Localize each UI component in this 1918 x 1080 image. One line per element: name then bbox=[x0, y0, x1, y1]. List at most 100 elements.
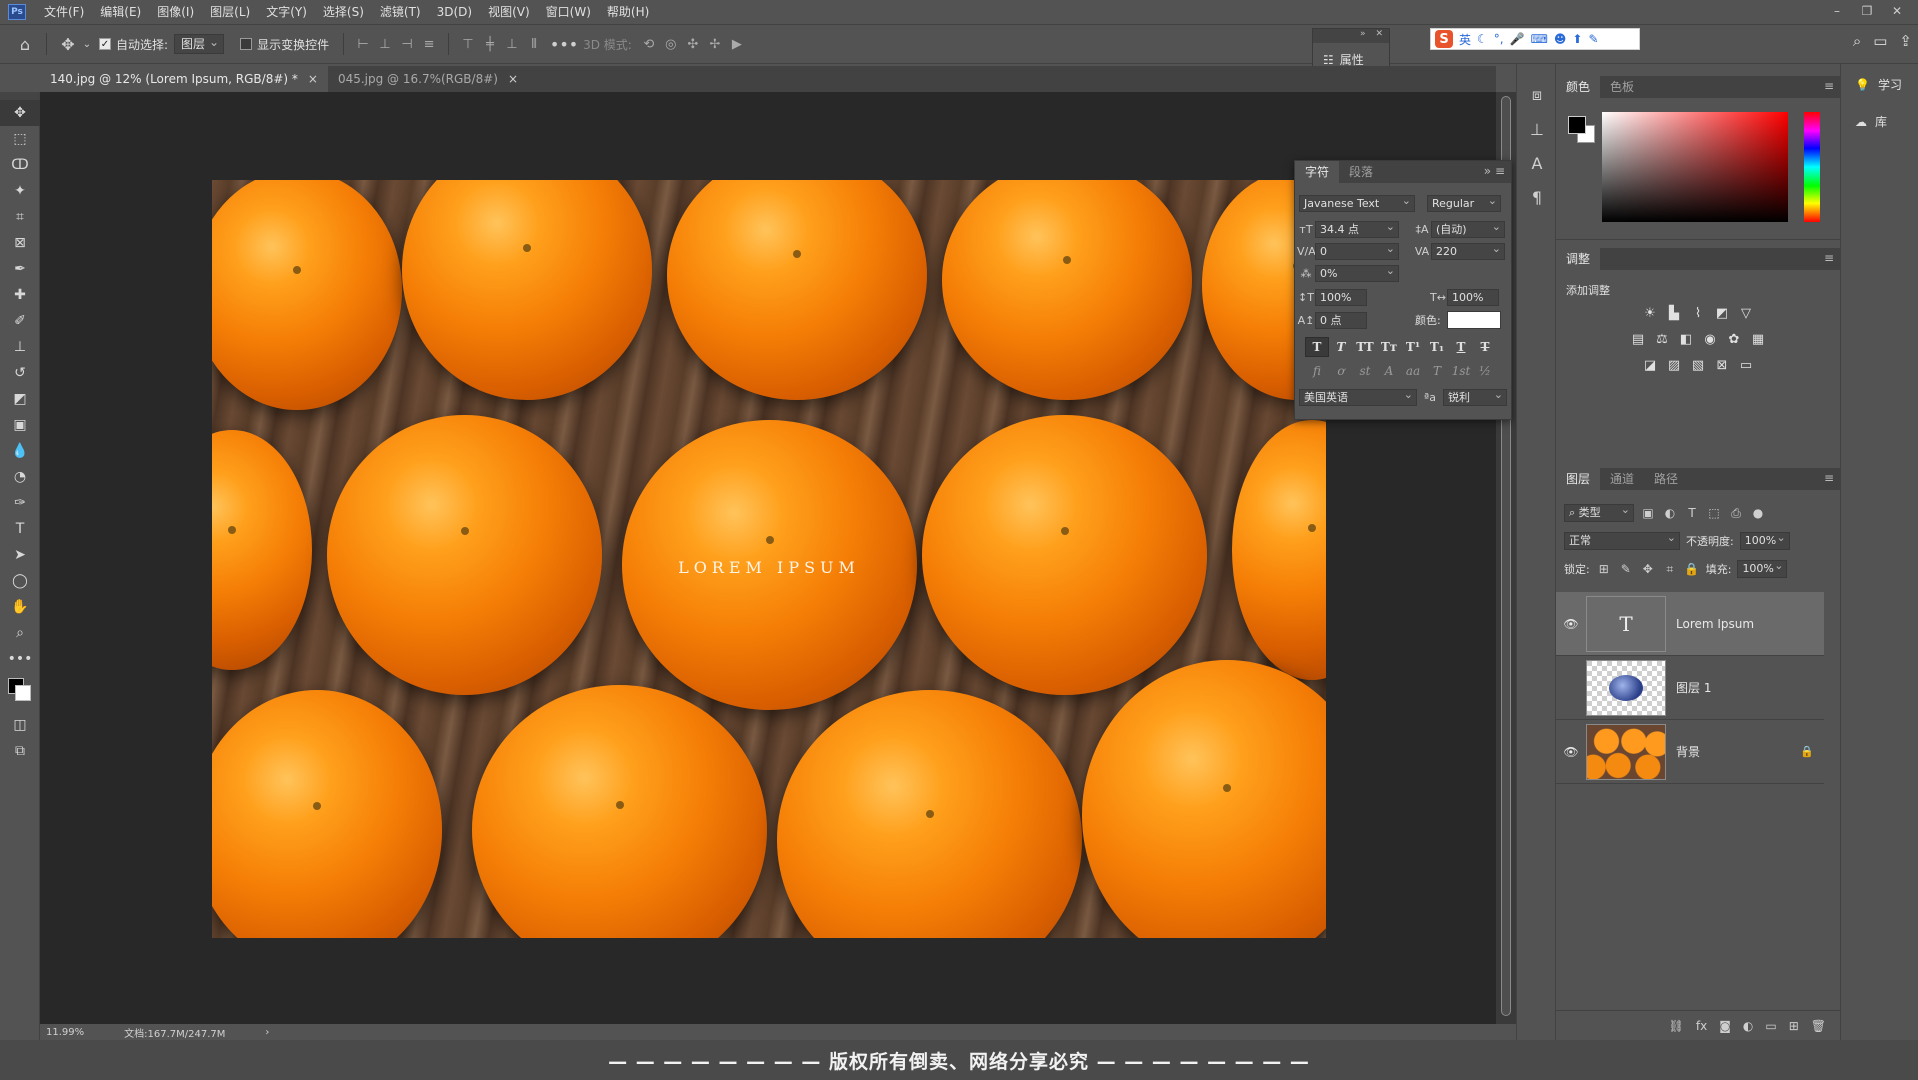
filter-type-icon[interactable]: T bbox=[1684, 506, 1700, 520]
ordinals-button[interactable]: 1st bbox=[1449, 361, 1473, 381]
magic-wand-tool-icon[interactable]: ✦ bbox=[0, 178, 40, 204]
auto-select-target-dropdown[interactable]: 图层 bbox=[174, 33, 225, 54]
clone-stamp-tool-icon[interactable]: ⊥ bbox=[0, 334, 40, 360]
text-color-swatch[interactable] bbox=[1446, 311, 1501, 329]
checkbox-unchecked-icon[interactable] bbox=[240, 38, 253, 50]
posterize-icon[interactable]: ▨ bbox=[1665, 356, 1683, 374]
3d-orbit-icon[interactable]: ⟲ bbox=[638, 33, 660, 55]
discretionary-ligatures-button[interactable]: st bbox=[1353, 361, 1377, 381]
eraser-tool-icon[interactable]: ◩ bbox=[0, 386, 40, 412]
checkbox-checked-icon[interactable]: ✓ bbox=[99, 38, 111, 50]
ligatures-button[interactable]: fi bbox=[1305, 361, 1329, 381]
color-picker-field[interactable] bbox=[1602, 112, 1788, 222]
fill-field[interactable]: 100% bbox=[1737, 558, 1788, 578]
history-icon[interactable]: ⧈ bbox=[1517, 78, 1557, 112]
clone-source-icon[interactable]: ⊥ bbox=[1517, 112, 1557, 146]
align-hcenter-icon[interactable]: ⊥ bbox=[374, 33, 396, 55]
menu-layer[interactable]: 图层(L) bbox=[202, 0, 258, 24]
layer-name[interactable]: 背景 bbox=[1676, 743, 1800, 760]
microphone-icon[interactable]: 🎤 bbox=[1510, 32, 1525, 46]
menu-file[interactable]: 文件(F) bbox=[36, 0, 92, 24]
layer-row-layer-1[interactable]: 👁 图层 1 bbox=[1556, 656, 1824, 720]
keyboard-icon[interactable]: ⌨ bbox=[1531, 32, 1548, 46]
menu-image[interactable]: 图像(I) bbox=[149, 0, 202, 24]
align-left-icon[interactable]: ⊢ bbox=[352, 33, 374, 55]
new-layer-icon[interactable]: ⊞ bbox=[1789, 1019, 1799, 1033]
character-panel-icon[interactable]: A bbox=[1517, 146, 1557, 180]
minimize-icon[interactable]: – bbox=[1822, 0, 1852, 22]
shirt-icon[interactable]: ⬆ bbox=[1572, 32, 1582, 46]
sogou-logo-icon[interactable]: S bbox=[1435, 30, 1453, 48]
tab-045-jpg[interactable]: 045.jpg @ 16.7%(RGB/8#) × bbox=[328, 66, 528, 92]
vibrance-icon[interactable]: ▽ bbox=[1737, 304, 1755, 322]
frame-tool-icon[interactable]: ⊠ bbox=[0, 230, 40, 256]
marquee-tool-icon[interactable]: ⬚ bbox=[0, 126, 40, 152]
align-vcenter-icon[interactable]: ╪ bbox=[479, 33, 501, 55]
menu-3d[interactable]: 3D(D) bbox=[429, 0, 480, 24]
history-brush-tool-icon[interactable]: ↺ bbox=[0, 360, 40, 386]
tab-adjustments[interactable]: 调整 bbox=[1556, 248, 1601, 270]
layer-style-icon[interactable]: fx bbox=[1696, 1019, 1707, 1033]
document-image[interactable]: LOREM IPSUM bbox=[212, 180, 1326, 938]
faux-italic-button[interactable]: T bbox=[1329, 337, 1353, 357]
contextual-alternates-button[interactable]: ơ bbox=[1329, 361, 1353, 381]
paragraph-panel-icon[interactable]: ¶ bbox=[1517, 180, 1557, 214]
lock-artboard-icon[interactable]: ⌗ bbox=[1662, 562, 1678, 577]
language-dropdown[interactable]: 美国英语 bbox=[1299, 387, 1417, 406]
font-style-dropdown[interactable]: Regular bbox=[1427, 193, 1501, 212]
lock-image-icon[interactable]: ✎ bbox=[1618, 562, 1634, 576]
lock-transparent-icon[interactable]: ⊞ bbox=[1596, 562, 1612, 576]
brightness-icon[interactable]: ☀ bbox=[1641, 304, 1659, 322]
subscript-button[interactable]: T₁ bbox=[1425, 337, 1449, 357]
tab-swatches[interactable]: 色板 bbox=[1600, 76, 1644, 98]
edit-toolbar-icon[interactable]: ••• bbox=[0, 646, 40, 672]
tab-character[interactable]: 字符 bbox=[1295, 161, 1340, 183]
panel-menu-icon[interactable]: ≡ bbox=[1824, 251, 1834, 265]
tab-layers[interactable]: 图层 bbox=[1556, 468, 1601, 490]
toolbar-grip[interactable] bbox=[0, 92, 39, 100]
gradient-map-icon[interactable]: ▭ bbox=[1737, 356, 1755, 374]
close-window-icon[interactable]: ✕ bbox=[1882, 0, 1912, 22]
crop-tool-icon[interactable]: ⌗ bbox=[0, 204, 40, 230]
lasso-tool-icon[interactable]: ↀ bbox=[0, 152, 40, 178]
exposure-icon[interactable]: ◩ bbox=[1713, 304, 1731, 322]
titling-alternates-button[interactable]: T bbox=[1425, 361, 1449, 381]
selective-color-icon[interactable]: ⊠ bbox=[1713, 356, 1731, 374]
channel-mixer-icon[interactable]: ✿ bbox=[1725, 330, 1743, 348]
filter-shape-icon[interactable]: ⬚ bbox=[1706, 506, 1722, 520]
superscript-button[interactable]: T¹ bbox=[1401, 337, 1425, 357]
layer-filter-dropdown[interactable]: ⌕ 类型 bbox=[1564, 502, 1634, 522]
3d-camera-icon[interactable]: ▶ bbox=[726, 33, 748, 55]
wrench-icon[interactable]: ✎ bbox=[1588, 32, 1598, 46]
distribute-v-icon[interactable]: ⫴ bbox=[523, 33, 545, 55]
align-right-icon[interactable]: ⊣ bbox=[396, 33, 418, 55]
punctuation-icon[interactable]: °, bbox=[1494, 32, 1504, 46]
healing-brush-tool-icon[interactable]: ✚ bbox=[0, 282, 40, 308]
close-tab-icon[interactable]: × bbox=[508, 66, 518, 92]
link-layers-icon[interactable]: ⛓ bbox=[1669, 1019, 1684, 1033]
collapse-icon[interactable]: » bbox=[1360, 29, 1366, 43]
close-tab-icon[interactable]: × bbox=[308, 66, 318, 92]
filter-pixel-icon[interactable]: ▣ bbox=[1640, 506, 1656, 520]
stylistic-alternates-button[interactable]: aa bbox=[1401, 361, 1425, 381]
new-group-icon[interactable]: ▭ bbox=[1765, 1019, 1776, 1033]
all-caps-button[interactable]: TT bbox=[1353, 337, 1377, 357]
color-balance-icon[interactable]: ⚖ bbox=[1653, 330, 1671, 348]
font-family-dropdown[interactable]: Javanese Text bbox=[1299, 193, 1415, 212]
ellipse-tool-icon[interactable]: ◯ bbox=[0, 568, 40, 594]
menu-window[interactable]: 窗口(W) bbox=[538, 0, 599, 24]
hue-slider[interactable] bbox=[1804, 112, 1820, 222]
antialias-dropdown[interactable]: 锐利 bbox=[1443, 387, 1507, 406]
align-bottom-icon[interactable]: ⊥ bbox=[501, 33, 523, 55]
user-icon[interactable]: ☻ bbox=[1554, 32, 1567, 46]
dodge-tool-icon[interactable]: ◔ bbox=[0, 464, 40, 490]
home-icon[interactable]: ⌂ bbox=[12, 31, 38, 57]
filter-smart-object-icon[interactable]: ⎙ bbox=[1728, 506, 1744, 521]
3d-pan-icon[interactable]: ✣ bbox=[682, 33, 704, 55]
type-tool-icon[interactable]: T bbox=[0, 516, 40, 542]
gradient-tool-icon[interactable]: ▣ bbox=[0, 412, 40, 438]
filter-adjustment-icon[interactable]: ◐ bbox=[1662, 506, 1678, 520]
moon-icon[interactable]: ☾ bbox=[1477, 32, 1488, 46]
move-tool-icon[interactable]: ✥ bbox=[0, 100, 40, 126]
move-tool-icon[interactable]: ✥ bbox=[55, 31, 81, 57]
